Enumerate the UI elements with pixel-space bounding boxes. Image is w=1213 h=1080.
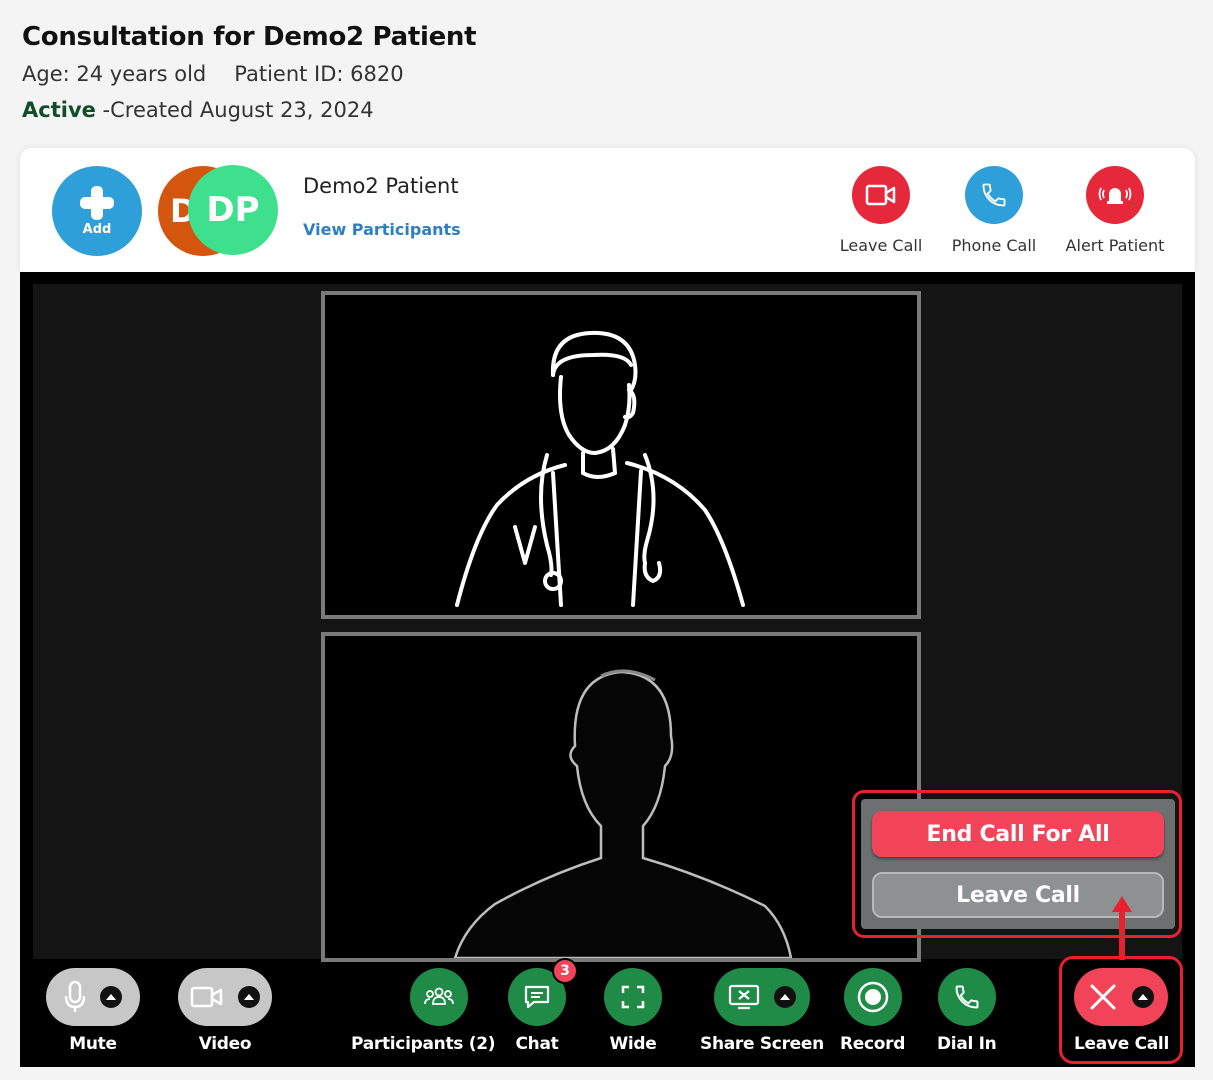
- end-call-for-all-button[interactable]: End Call For All: [872, 811, 1164, 857]
- created-date: -Created August 23, 2024: [95, 98, 374, 122]
- chat-unread-badge: 3: [552, 958, 578, 984]
- video-icon: [852, 166, 910, 224]
- participants-button[interactable]: [410, 968, 469, 1026]
- expand-icon: [621, 985, 645, 1009]
- patient-id: Patient ID: 6820: [234, 62, 404, 86]
- participant-name: Demo2 Patient: [303, 174, 459, 198]
- record-control[interactable]: Record: [840, 968, 905, 1054]
- phone-call-button[interactable]: Phone Call: [939, 166, 1049, 255]
- consultation-page: Consultation for Demo2 Patient Age: 24 y…: [0, 0, 1213, 1080]
- video-stage: [20, 272, 1195, 1067]
- avatar: DP: [188, 165, 278, 255]
- chat-label: Chat: [515, 1034, 559, 1054]
- leave-call-button[interactable]: [1074, 968, 1169, 1026]
- leave-call-menu: End Call For All Leave Call: [852, 790, 1182, 938]
- participants-label: Participants (2): [351, 1034, 496, 1054]
- consultation-header: Consultation for Demo2 Patient Age: 24 y…: [22, 22, 477, 122]
- add-participant-button[interactable]: Add: [52, 166, 142, 256]
- video-button[interactable]: [178, 968, 272, 1026]
- plus-icon: [80, 185, 114, 220]
- mute-label: Mute: [69, 1034, 117, 1054]
- phone-icon: [965, 166, 1023, 224]
- add-label: Add: [82, 221, 112, 237]
- wide-button[interactable]: [604, 968, 662, 1026]
- chat-icon: [524, 985, 550, 1009]
- leave-call-label: Leave Call: [1074, 1034, 1169, 1054]
- record-label: Record: [840, 1034, 906, 1054]
- callout-arrow-line: [1119, 906, 1125, 960]
- microphone-icon: [64, 980, 86, 1012]
- chat-button[interactable]: 3: [508, 958, 578, 1026]
- alert-patient-label: Alert Patient: [1065, 236, 1165, 255]
- record-button[interactable]: [843, 968, 902, 1026]
- patient-silhouette: [453, 669, 793, 958]
- participant-card: Add D DP Demo2 Patient View Participants…: [20, 148, 1195, 272]
- share-screen-button[interactable]: [713, 968, 810, 1026]
- callout-arrow-head: [1112, 896, 1132, 912]
- patient-age: Age: 24 years old: [22, 62, 207, 86]
- phone-call-label: Phone Call: [951, 236, 1037, 255]
- dial-in-control[interactable]: Dial In: [937, 968, 997, 1054]
- wide-control[interactable]: Wide: [604, 968, 662, 1054]
- status-badge: Active: [22, 98, 96, 122]
- status-line: Active -Created August 23, 2024: [22, 98, 476, 122]
- doctor-avatar-illustration: [455, 330, 745, 607]
- record-icon: [857, 981, 888, 1013]
- participants-control[interactable]: Participants (2): [351, 968, 496, 1054]
- patient-video-tile[interactable]: [321, 632, 921, 962]
- video-label: Video: [198, 1034, 252, 1054]
- leave-call-top-button[interactable]: Leave Call: [826, 166, 936, 255]
- dial-in-button[interactable]: [937, 968, 996, 1026]
- share-screen-control[interactable]: Share Screen: [700, 968, 824, 1054]
- patient-meta: Age: 24 years old Patient ID: 6820: [22, 62, 476, 86]
- video-control[interactable]: Video: [178, 968, 272, 1054]
- dial-in-label: Dial In: [937, 1034, 997, 1054]
- chevron-up-icon[interactable]: [238, 986, 260, 1008]
- leave-call-top-label: Leave Call: [839, 236, 923, 255]
- mute-button[interactable]: [46, 968, 140, 1026]
- phone-icon: [955, 985, 979, 1009]
- camera-icon: [190, 986, 223, 1008]
- alarm-icon: [1086, 166, 1144, 224]
- chevron-up-icon[interactable]: [100, 986, 122, 1008]
- screen-share-icon: [728, 984, 760, 1010]
- view-participants-link[interactable]: View Participants: [303, 220, 461, 239]
- alert-patient-button[interactable]: Alert Patient: [1060, 166, 1170, 255]
- leave-call-control[interactable]: Leave Call: [1074, 968, 1169, 1054]
- close-icon: [1090, 984, 1116, 1010]
- group-icon: [424, 987, 454, 1005]
- doctor-video-tile[interactable]: [321, 291, 921, 619]
- page-title: Consultation for Demo2 Patient: [22, 22, 477, 52]
- share-screen-label: Share Screen: [700, 1034, 824, 1054]
- chevron-up-icon[interactable]: [1132, 986, 1155, 1008]
- chat-control[interactable]: 3 Chat: [508, 958, 578, 1054]
- mute-control[interactable]: Mute: [46, 968, 140, 1054]
- chevron-up-icon[interactable]: [773, 986, 796, 1008]
- wide-label: Wide: [609, 1034, 657, 1054]
